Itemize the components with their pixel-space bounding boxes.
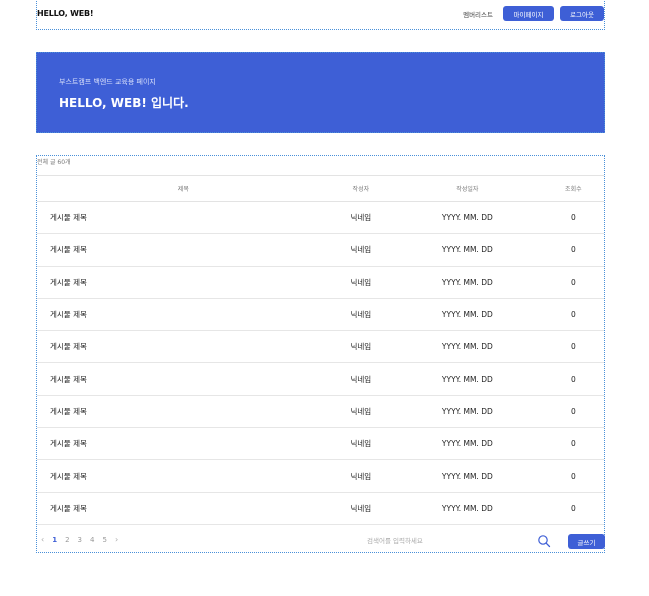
table-row[interactable]: 게시물 제목 닉네임 YYYY. MM. DD 0 bbox=[37, 395, 604, 429]
post-title[interactable]: 게시물 제목 bbox=[37, 201, 330, 235]
page-number-3[interactable]: 3 bbox=[78, 536, 82, 544]
post-title[interactable]: 게시물 제목 bbox=[37, 266, 330, 299]
post-author: 닉네임 bbox=[329, 233, 393, 267]
post-author: 닉네임 bbox=[329, 330, 393, 364]
column-header-views: 조회수 bbox=[542, 175, 604, 202]
post-title[interactable]: 게시물 제목 bbox=[37, 395, 330, 429]
table-row[interactable]: 게시물 제목 닉네임 YYYY. MM. DD 0 bbox=[37, 330, 604, 364]
table-row[interactable]: 게시물 제목 닉네임 YYYY. MM. DD 0 bbox=[37, 362, 604, 396]
post-title[interactable]: 게시물 제목 bbox=[37, 233, 330, 267]
table-header-row: 제목 작성자 작성일자 조회수 bbox=[37, 175, 604, 202]
page-number-4[interactable]: 4 bbox=[90, 536, 94, 544]
post-views: 0 bbox=[542, 362, 604, 396]
column-header-date: 작성일자 bbox=[392, 175, 543, 202]
post-author: 닉네임 bbox=[329, 298, 393, 332]
post-title[interactable]: 게시물 제목 bbox=[37, 298, 330, 332]
table-row[interactable]: 게시물 제목 닉네임 YYYY. MM. DD 0 bbox=[37, 201, 604, 235]
post-views: 0 bbox=[542, 492, 604, 525]
column-header-title: 제목 bbox=[37, 175, 330, 202]
header-nav: 멤버리스트 마이페이지 로그아웃 bbox=[463, 6, 604, 21]
post-date: YYYY. MM. DD bbox=[392, 459, 543, 493]
post-title[interactable]: 게시물 제목 bbox=[37, 330, 330, 364]
table-row[interactable]: 게시물 제목 닉네임 YYYY. MM. DD 0 bbox=[37, 298, 604, 332]
post-title[interactable]: 게시물 제목 bbox=[37, 362, 330, 396]
post-views: 0 bbox=[542, 233, 604, 267]
chevron-left-icon[interactable]: ‹ bbox=[41, 535, 44, 544]
site-logo[interactable]: HELLO, WEB! bbox=[37, 9, 94, 18]
post-author: 닉네임 bbox=[329, 492, 393, 525]
post-date: YYYY. MM. DD bbox=[392, 492, 543, 525]
table-row[interactable]: 게시물 제목 닉네임 YYYY. MM. DD 0 bbox=[37, 459, 604, 493]
post-date: YYYY. MM. DD bbox=[392, 298, 543, 332]
post-views: 0 bbox=[542, 395, 604, 429]
search-input[interactable] bbox=[367, 534, 527, 548]
column-header-author: 작성자 bbox=[329, 175, 393, 202]
chevron-right-icon[interactable]: › bbox=[115, 535, 118, 544]
board: 전체 글 60개 제목 작성자 작성일자 조회수 게시물 제목 닉네임 YYYY. … bbox=[36, 155, 605, 553]
logout-button[interactable]: 로그아웃 bbox=[560, 6, 604, 21]
post-title[interactable]: 게시물 제목 bbox=[37, 459, 330, 493]
post-views: 0 bbox=[542, 201, 604, 235]
post-author: 닉네임 bbox=[329, 266, 393, 299]
mypage-button[interactable]: 마이페이지 bbox=[503, 6, 554, 21]
post-views: 0 bbox=[542, 330, 604, 364]
post-views: 0 bbox=[542, 427, 604, 461]
post-date: YYYY. MM. DD bbox=[392, 427, 543, 461]
post-date: YYYY. MM. DD bbox=[392, 266, 543, 299]
post-date: YYYY. MM. DD bbox=[392, 330, 543, 364]
page-number-1[interactable]: 1 bbox=[52, 536, 57, 544]
hero-banner: 부스트캠프 백엔드 교육용 페이지 HELLO, WEB! 입니다. bbox=[36, 52, 605, 133]
table-row[interactable]: 게시물 제목 닉네임 YYYY. MM. DD 0 bbox=[37, 266, 604, 299]
post-date: YYYY. MM. DD bbox=[392, 395, 543, 429]
post-date: YYYY. MM. DD bbox=[392, 362, 543, 396]
post-title[interactable]: 게시물 제목 bbox=[37, 492, 330, 525]
post-table: 제목 작성자 작성일자 조회수 게시물 제목 닉네임 YYYY. MM. DD 0 게시… bbox=[37, 175, 604, 525]
search-icon[interactable] bbox=[537, 534, 551, 548]
board-footer: ‹ 12 345 › 글쓰기 bbox=[37, 532, 605, 552]
member-list-link[interactable]: 멤버리스트 bbox=[463, 9, 493, 19]
post-count: 전체 글 60개 bbox=[37, 159, 71, 166]
write-button[interactable]: 글쓰기 bbox=[568, 534, 605, 549]
post-views: 0 bbox=[542, 459, 604, 493]
table-row[interactable]: 게시물 제목 닉네임 YYYY. MM. DD 0 bbox=[37, 233, 604, 267]
post-views: 0 bbox=[542, 266, 604, 299]
page-numbers: 12 345 bbox=[52, 536, 107, 544]
post-author: 닉네임 bbox=[329, 459, 393, 493]
header: HELLO, WEB! 멤버리스트 마이페이지 로그아웃 bbox=[36, 0, 605, 30]
table-row[interactable]: 게시물 제목 닉네임 YYYY. MM. DD 0 bbox=[37, 492, 604, 525]
page-number-2[interactable]: 2 bbox=[65, 536, 69, 544]
post-author: 닉네임 bbox=[329, 395, 393, 429]
post-author: 닉네임 bbox=[329, 201, 393, 235]
post-author: 닉네임 bbox=[329, 427, 393, 461]
post-views: 0 bbox=[542, 298, 604, 332]
table-row[interactable]: 게시물 제목 닉네임 YYYY. MM. DD 0 bbox=[37, 427, 604, 461]
page-number-5[interactable]: 5 bbox=[102, 536, 106, 544]
post-date: YYYY. MM. DD bbox=[392, 201, 543, 235]
hero-title: HELLO, WEB! 입니다. bbox=[59, 96, 189, 110]
post-title[interactable]: 게시물 제목 bbox=[37, 427, 330, 461]
post-date: YYYY. MM. DD bbox=[392, 233, 543, 267]
pagination: ‹ 12 345 › bbox=[41, 535, 118, 544]
post-author: 닉네임 bbox=[329, 362, 393, 396]
hero-subtitle: 부스트캠프 백엔드 교육용 페이지 bbox=[59, 78, 156, 86]
